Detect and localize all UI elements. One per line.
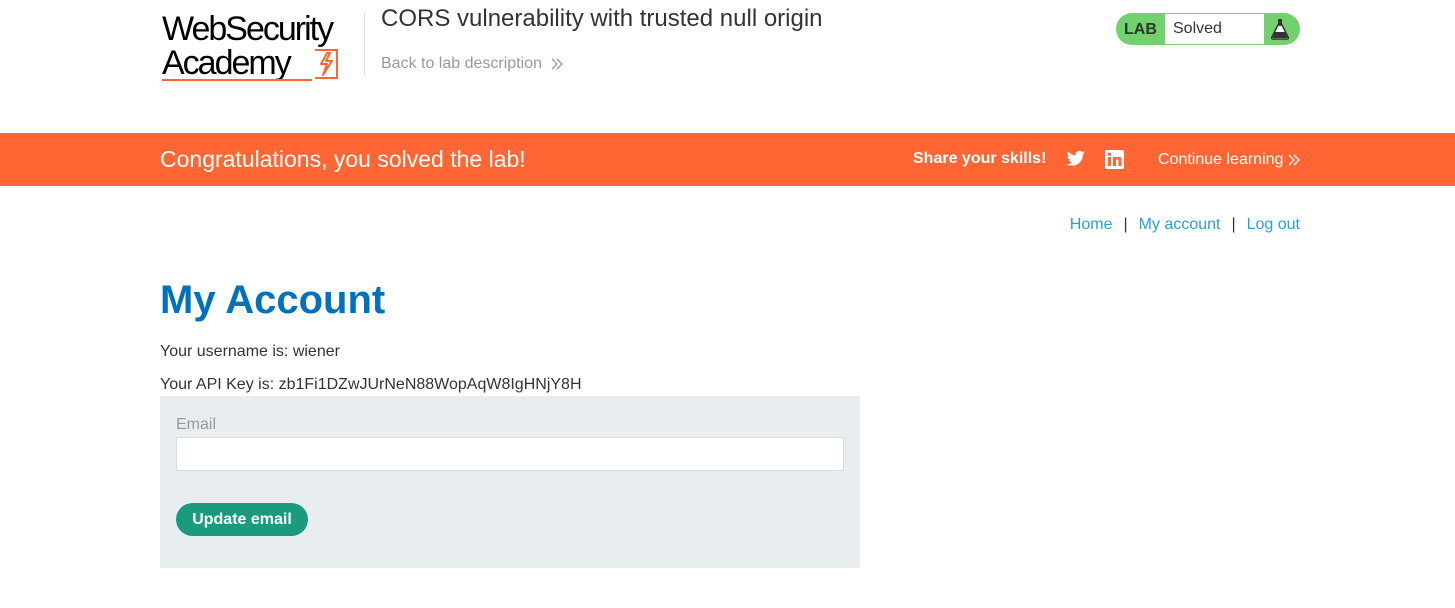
- nav-log-out-link[interactable]: Log out: [1247, 216, 1300, 234]
- solved-banner: Congratulations, you solved the lab! Sha…: [0, 133, 1455, 186]
- twitter-icon[interactable]: [1066, 150, 1086, 168]
- back-to-lab-description-link[interactable]: Back to lab description: [381, 55, 564, 73]
- nav-separator: |: [1123, 216, 1128, 233]
- update-email-button[interactable]: Update email: [176, 503, 308, 536]
- web-security-academy-logo[interactable]: WebSecurity Academy: [162, 10, 362, 86]
- header-divider: [364, 12, 365, 76]
- congratulations-message: Congratulations, you solved the lab!: [160, 146, 526, 172]
- nav-home-link[interactable]: Home: [1070, 216, 1113, 234]
- double-chevron-right-icon: [551, 58, 563, 70]
- nav-my-account-link[interactable]: My account: [1139, 216, 1221, 234]
- logo-underline: [162, 79, 312, 81]
- top-navigation: Home | My account | Log out: [1070, 216, 1300, 234]
- logo-bolt-icon: [315, 49, 338, 79]
- back-link-label: Back to lab description: [381, 55, 542, 72]
- email-label: Email: [176, 416, 217, 433]
- double-chevron-right-icon: [1288, 154, 1301, 166]
- lab-badge-label: LAB: [1124, 21, 1157, 38]
- change-email-form: Email Update email: [160, 396, 860, 568]
- continue-learning-link[interactable]: Continue learning: [1158, 151, 1301, 169]
- flask-icon: [1270, 19, 1290, 40]
- lab-title: CORS vulnerability with trusted null ori…: [381, 5, 823, 32]
- logo-text-line1: WebSecurity: [162, 10, 334, 48]
- lab-status-text: Solved: [1165, 14, 1264, 44]
- page-title: My Account: [160, 278, 386, 322]
- linkedin-icon[interactable]: [1105, 150, 1124, 169]
- nav-separator: |: [1231, 216, 1236, 233]
- share-skills-label: Share your skills!: [913, 150, 1047, 167]
- lab-status-badge: LAB Solved: [1116, 13, 1300, 45]
- continue-learning-label: Continue learning: [1158, 151, 1284, 168]
- api-key-line: Your API Key is: zb1Fi1DZwJUrNeN88WopAqW…: [160, 376, 582, 393]
- username-line: Your username is: wiener: [160, 343, 340, 360]
- logo-text-line2: Academy: [162, 44, 292, 82]
- header: WebSecurity Academy CORS vulnerability w…: [0, 0, 1455, 133]
- email-input[interactable]: [176, 437, 844, 471]
